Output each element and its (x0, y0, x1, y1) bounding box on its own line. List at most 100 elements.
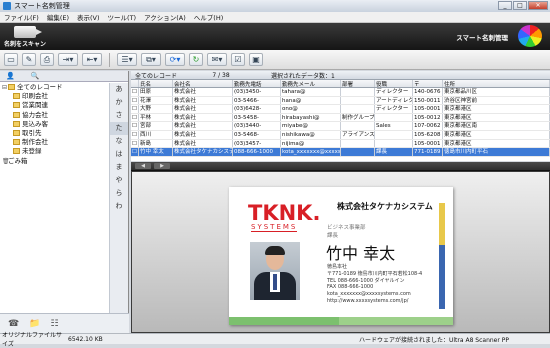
menu-file[interactable]: ファイル(F) (4, 12, 39, 22)
row-checkbox[interactable]: ☐ (131, 113, 139, 122)
refresh-icon[interactable]: ↻ (189, 53, 203, 66)
cell: 03-5458- (233, 113, 281, 122)
cell (341, 139, 375, 148)
table-row[interactable]: ☐ 大野 株式会社 (03)6428- ono@ ディレクター 105-0001 東京都港区 (131, 105, 550, 114)
scanner-status: ハードウェアが接続されました：Ultra A8 Scanner PP (359, 336, 509, 344)
folder-icon (13, 120, 20, 127)
index-ra[interactable]: ら (110, 187, 128, 200)
card-accent-yellow (439, 203, 445, 245)
status-bar: オリジナルファイルサイズ 6542.10 KB ハードウェアが接続されました：U… (0, 332, 550, 348)
col-phone[interactable]: 勤務先電話 (233, 80, 281, 87)
cell: 03-5468- (233, 130, 281, 139)
index-ma[interactable]: ま (110, 161, 128, 174)
tree-node-clients[interactable]: 取引先 (0, 129, 108, 138)
col-title[interactable]: 役職 (375, 80, 413, 87)
col-check[interactable] (131, 80, 139, 87)
folder-icon (13, 129, 20, 136)
record-list: 全てのレコード 7 / 38 選択されたデータ数：1 氏名 会社名 勤務先電話 … (131, 71, 550, 161)
row-checkbox[interactable]: ☐ (131, 130, 139, 139)
new-card-icon[interactable]: ▭ (4, 53, 18, 66)
col-postal[interactable]: 〒 (413, 80, 443, 87)
cell: (03)3440- (233, 122, 281, 130)
card-logo-sub: SYSTEMS (251, 223, 298, 232)
col-email[interactable]: 勤務先メール (281, 80, 341, 87)
table-row[interactable]: ☐ 新島 株式会社 (03)3457- nijima@ 105-0001 東京都港区 (131, 139, 550, 149)
table-row[interactable]: ☐ 平林 株式会社 03-5458- hirabayashi@ 制作グループ 105-001… (131, 113, 550, 123)
maximize-button[interactable]: □ (513, 1, 527, 10)
index-wa[interactable]: わ (110, 200, 128, 213)
tree-node-production[interactable]: 制作会社 (0, 138, 108, 147)
mail-icon[interactable]: ✉▾ (207, 53, 227, 66)
index-ha[interactable]: は (110, 148, 128, 161)
copy-icon[interactable]: ⧉▾ (141, 53, 161, 66)
close-button[interactable]: ✕ (528, 1, 548, 10)
index-ta[interactable]: た (110, 122, 128, 135)
cell: 課長 (375, 148, 413, 156)
tab-search-icon[interactable]: 🔍 (31, 72, 40, 80)
col-name[interactable]: 氏名 (139, 80, 173, 87)
scan-card-button[interactable]: 名刺をスキャン (3, 25, 47, 48)
cell (341, 96, 375, 105)
index-ka[interactable]: か (110, 96, 128, 109)
tree-node-trash[interactable]: 🗑ごみ箱 (0, 157, 108, 166)
row-checkbox[interactable]: ☐ (131, 139, 139, 148)
current-folder: 全てのレコード (135, 72, 178, 80)
table-row[interactable]: ☐ 田原 株式会社 (03)3450- tahara@ ディレクター 140-0676 東京都… (131, 88, 550, 97)
tree-node-printing[interactable]: 印刷会社 (0, 92, 108, 101)
window-icon[interactable]: ▣ (249, 53, 263, 66)
row-checkbox[interactable]: ☐ (131, 88, 139, 96)
menu-edit[interactable]: 編集(E) (47, 12, 69, 22)
tree-node-unregistered[interactable]: 未登録 (0, 147, 108, 156)
edit-icon[interactable]: ✎ (22, 53, 36, 66)
export-icon[interactable]: ⇥▾ (58, 53, 78, 66)
tree-label: 営業関連 (22, 101, 48, 110)
minimize-button[interactable]: _ (498, 1, 512, 10)
tree-node-sales[interactable]: 営業関連 (0, 101, 108, 110)
left-panel: 👤 🔍 ⊟ 全てのレコード 印刷会社 営業関連 協力会社 見込み客 取引先 制作会… (0, 71, 129, 333)
cell: 徳島市川内町平石 (443, 148, 550, 156)
menu-tools[interactable]: ツール(T) (108, 12, 137, 22)
table-row[interactable]: ☐ 宮部 株式会社 (03)3440- miyabe@ Sales 107-0062 東京都港… (131, 122, 550, 131)
card-position: 課長 (327, 233, 339, 239)
select-icon[interactable]: ☑ (231, 53, 245, 66)
front-side-button[interactable]: ◀ (135, 163, 151, 169)
col-department[interactable]: 部署 (341, 80, 375, 87)
scanner-icon (14, 26, 42, 38)
index-ya[interactable]: や (110, 174, 128, 187)
row-checkbox[interactable]: ☐ (131, 105, 139, 113)
menu-action[interactable]: アクション(A) (144, 12, 186, 22)
cell (341, 88, 375, 96)
col-address[interactable]: 住所 (443, 80, 550, 87)
cell: アライアンス (342, 130, 375, 139)
phone-icon[interactable]: ☎ (8, 319, 19, 329)
cell: 771-0189 (413, 148, 443, 156)
print-icon[interactable]: ⎙ (40, 53, 54, 66)
tree-node-partners[interactable]: 協力会社 (0, 111, 108, 120)
table-row[interactable]: ☐花澤株式会社03-5466-hana@ アートディレクター150-0011渋谷区… (131, 96, 550, 106)
tree-label: 協力会社 (22, 110, 48, 119)
sort-icon[interactable]: ☰▾ (117, 53, 137, 66)
index-sa[interactable]: さ (110, 109, 128, 122)
col-company[interactable]: 会社名 (173, 80, 233, 87)
tree-node-prospects[interactable]: 見込み客 (0, 120, 108, 129)
file-size-value: 6542.10 KB (68, 335, 103, 343)
tab-contacts-icon[interactable]: 👤 (6, 72, 15, 80)
row-checkbox[interactable]: ☐ (131, 122, 139, 130)
index-na[interactable]: な (110, 135, 128, 148)
group-icon[interactable]: ☷ (50, 319, 58, 329)
table-row-selected[interactable]: ☐竹中 幸太株式会社タケナカシステム088-666-1000kota_xxxxx… (131, 148, 550, 157)
title-bar: スマート名刺管理 _ □ ✕ (0, 0, 550, 12)
menu-help[interactable]: ヘルプ(H) (194, 12, 223, 22)
back-side-button[interactable]: ▶ (154, 163, 170, 169)
row-checkbox[interactable]: ☐ (131, 96, 139, 105)
menu-view[interactable]: 表示(V) (77, 12, 100, 22)
folder-icon (8, 84, 15, 90)
table-row[interactable]: ☐ 西川 株式会社 03-5468- nishikawa@ アライアンス 105-6208 東… (131, 130, 550, 140)
tree-node-all[interactable]: ⊟ 全てのレコード (0, 83, 108, 92)
row-checkbox[interactable]: ☐ (131, 148, 139, 156)
index-a[interactable]: あ (110, 83, 128, 96)
kana-index: あ か さ た な は ま や ら わ (109, 83, 128, 313)
sync-icon[interactable]: ⟳▾ (165, 53, 185, 66)
folder-open-icon[interactable]: 📁 (29, 319, 40, 329)
import-icon[interactable]: ⇤▾ (82, 53, 102, 66)
